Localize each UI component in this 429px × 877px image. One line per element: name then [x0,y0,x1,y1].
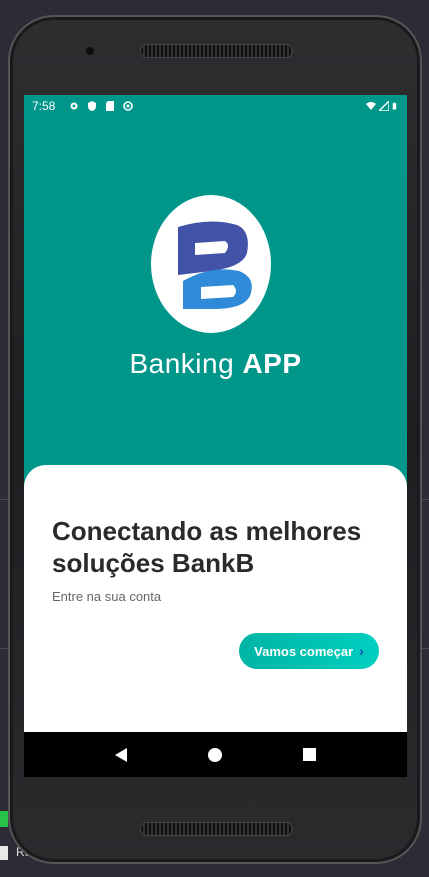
recents-icon[interactable] [303,748,317,761]
android-nav-bar [24,732,407,777]
battery-icon [392,102,397,110]
signal-icon [379,101,389,111]
wifi-icon [366,102,376,110]
shield-icon [88,101,97,111]
chevron-right-icon: › [359,643,364,659]
bottom-speaker [140,822,293,836]
at-icon [123,101,134,111]
welcome-card: Conectando as melhores soluções BankB En… [24,465,407,735]
bg-checkbox[interactable] [0,846,8,860]
bg-status-marker [0,811,8,827]
brand-title-bold: APP [242,348,302,379]
sd-card-icon [106,101,115,111]
get-started-label: Vamos começar [254,643,354,659]
welcome-headline: Conectando as melhores soluções BankB [52,516,362,578]
home-icon[interactable] [207,747,222,762]
welcome-subtitle: Entre na sua conta [52,589,162,604]
status-bar: 7:58 [24,95,407,117]
back-icon[interactable] [114,747,127,762]
app-screen: 7:58 Banking APP Conectando as melhores … [24,95,407,777]
top-speaker [140,44,293,58]
get-started-button[interactable]: Vamos começar › [239,633,379,669]
logo-b-icon [178,221,252,309]
front-camera [86,47,94,55]
status-time: 7:58 [32,99,56,113]
brand-title: Banking APP [24,348,407,380]
brand-title-light: Banking [129,348,243,379]
bankb-logo [151,195,271,333]
settings-icon [70,102,78,110]
